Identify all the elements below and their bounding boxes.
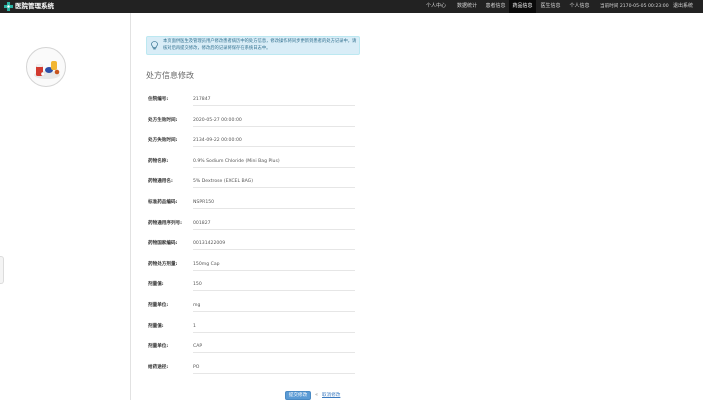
field-label: 剂量单位:	[148, 344, 169, 349]
field-label: 药物名称:	[148, 159, 169, 164]
field-label: 处方失效时间:	[148, 138, 178, 143]
nav-item-doctors[interactable]: 医生信息	[536, 0, 565, 13]
field-label: 剂量单位:	[148, 303, 169, 308]
brand-title: 医院管理系统	[15, 2, 54, 10]
field-input[interactable]: 001827	[193, 219, 355, 230]
nav-item-drugs[interactable]: 药品信息	[509, 0, 536, 13]
nav-item-statistics[interactable]: 数据统计	[452, 0, 482, 13]
field-input[interactable]: 150	[193, 280, 355, 291]
alert-message: 本页面供医生及管理员用户修改患者病历中的处方信息，修改操作将同步更新到患者的处方…	[163, 39, 357, 51]
current-time: 当前时间 2170-05-05 00:23:00	[600, 4, 669, 9]
field-input[interactable]: 2134-09-22 00:00:00	[193, 136, 355, 147]
sidebar-toggle-handle[interactable]	[0, 256, 4, 284]
field-label: 药物国家编码:	[148, 241, 178, 246]
field-label: 处方生效时间:	[148, 118, 178, 123]
field-label: 剂量值:	[148, 324, 164, 329]
field-input[interactable]: 217847	[193, 95, 355, 106]
field-label: 药物通用名:	[148, 179, 173, 184]
logout-link[interactable]: 退出系统	[668, 0, 698, 13]
avatar	[26, 47, 66, 87]
field-input[interactable]: NSPR150	[193, 198, 355, 209]
brand[interactable]: 医院管理系统	[4, 2, 54, 11]
field-input[interactable]: CAP	[193, 342, 355, 353]
cancel-link[interactable]: 取消修改	[322, 392, 340, 399]
field-label: 剂量值:	[148, 282, 164, 287]
field-label: 住院编号:	[148, 97, 169, 102]
field-input[interactable]: mg	[193, 301, 355, 312]
field-input[interactable]: 150mg Cap	[193, 260, 355, 271]
hospital-cross-icon	[4, 2, 13, 11]
field-input[interactable]: 0.9% Sodium Chloride (Mini Bag Plus)	[193, 157, 355, 168]
field-input[interactable]: 00131422009	[193, 239, 355, 250]
field-input[interactable]: 2020-05-27 00:00:00	[193, 116, 355, 127]
field-label: 给药途径:	[148, 365, 169, 370]
field-input[interactable]: 5% Dextrose (EXCEL BAG)	[193, 177, 355, 188]
top-navbar: 医院管理系统 个人中心 数据统计 患者信息 药品信息 医生信息 个人信息 当前时…	[0, 0, 703, 13]
field-label: 药物处方剂量:	[148, 262, 178, 267]
sidebar	[0, 13, 131, 400]
field-label: 药物通用序列号:	[148, 221, 182, 226]
info-alert: 本页面供医生及管理员用户修改患者病历中的处方信息，修改操作将同步更新到患者的处方…	[146, 36, 360, 55]
field-input[interactable]: PO	[193, 363, 355, 374]
field-input[interactable]: 1	[193, 322, 355, 333]
submit-button[interactable]: 提交修改	[285, 391, 311, 400]
field-label: 标准药品编码:	[148, 200, 178, 205]
nav-item-profile[interactable]: 个人信息	[565, 0, 594, 13]
form-title: 处方信息修改	[146, 71, 194, 80]
medicine-illustration-icon	[34, 61, 60, 79]
nav-item-personal-center[interactable]: 个人中心	[420, 0, 452, 13]
lightbulb-icon	[151, 41, 158, 50]
nav-item-patients[interactable]: 患者信息	[482, 0, 509, 13]
back-arrow-icon[interactable]: «	[315, 393, 318, 398]
